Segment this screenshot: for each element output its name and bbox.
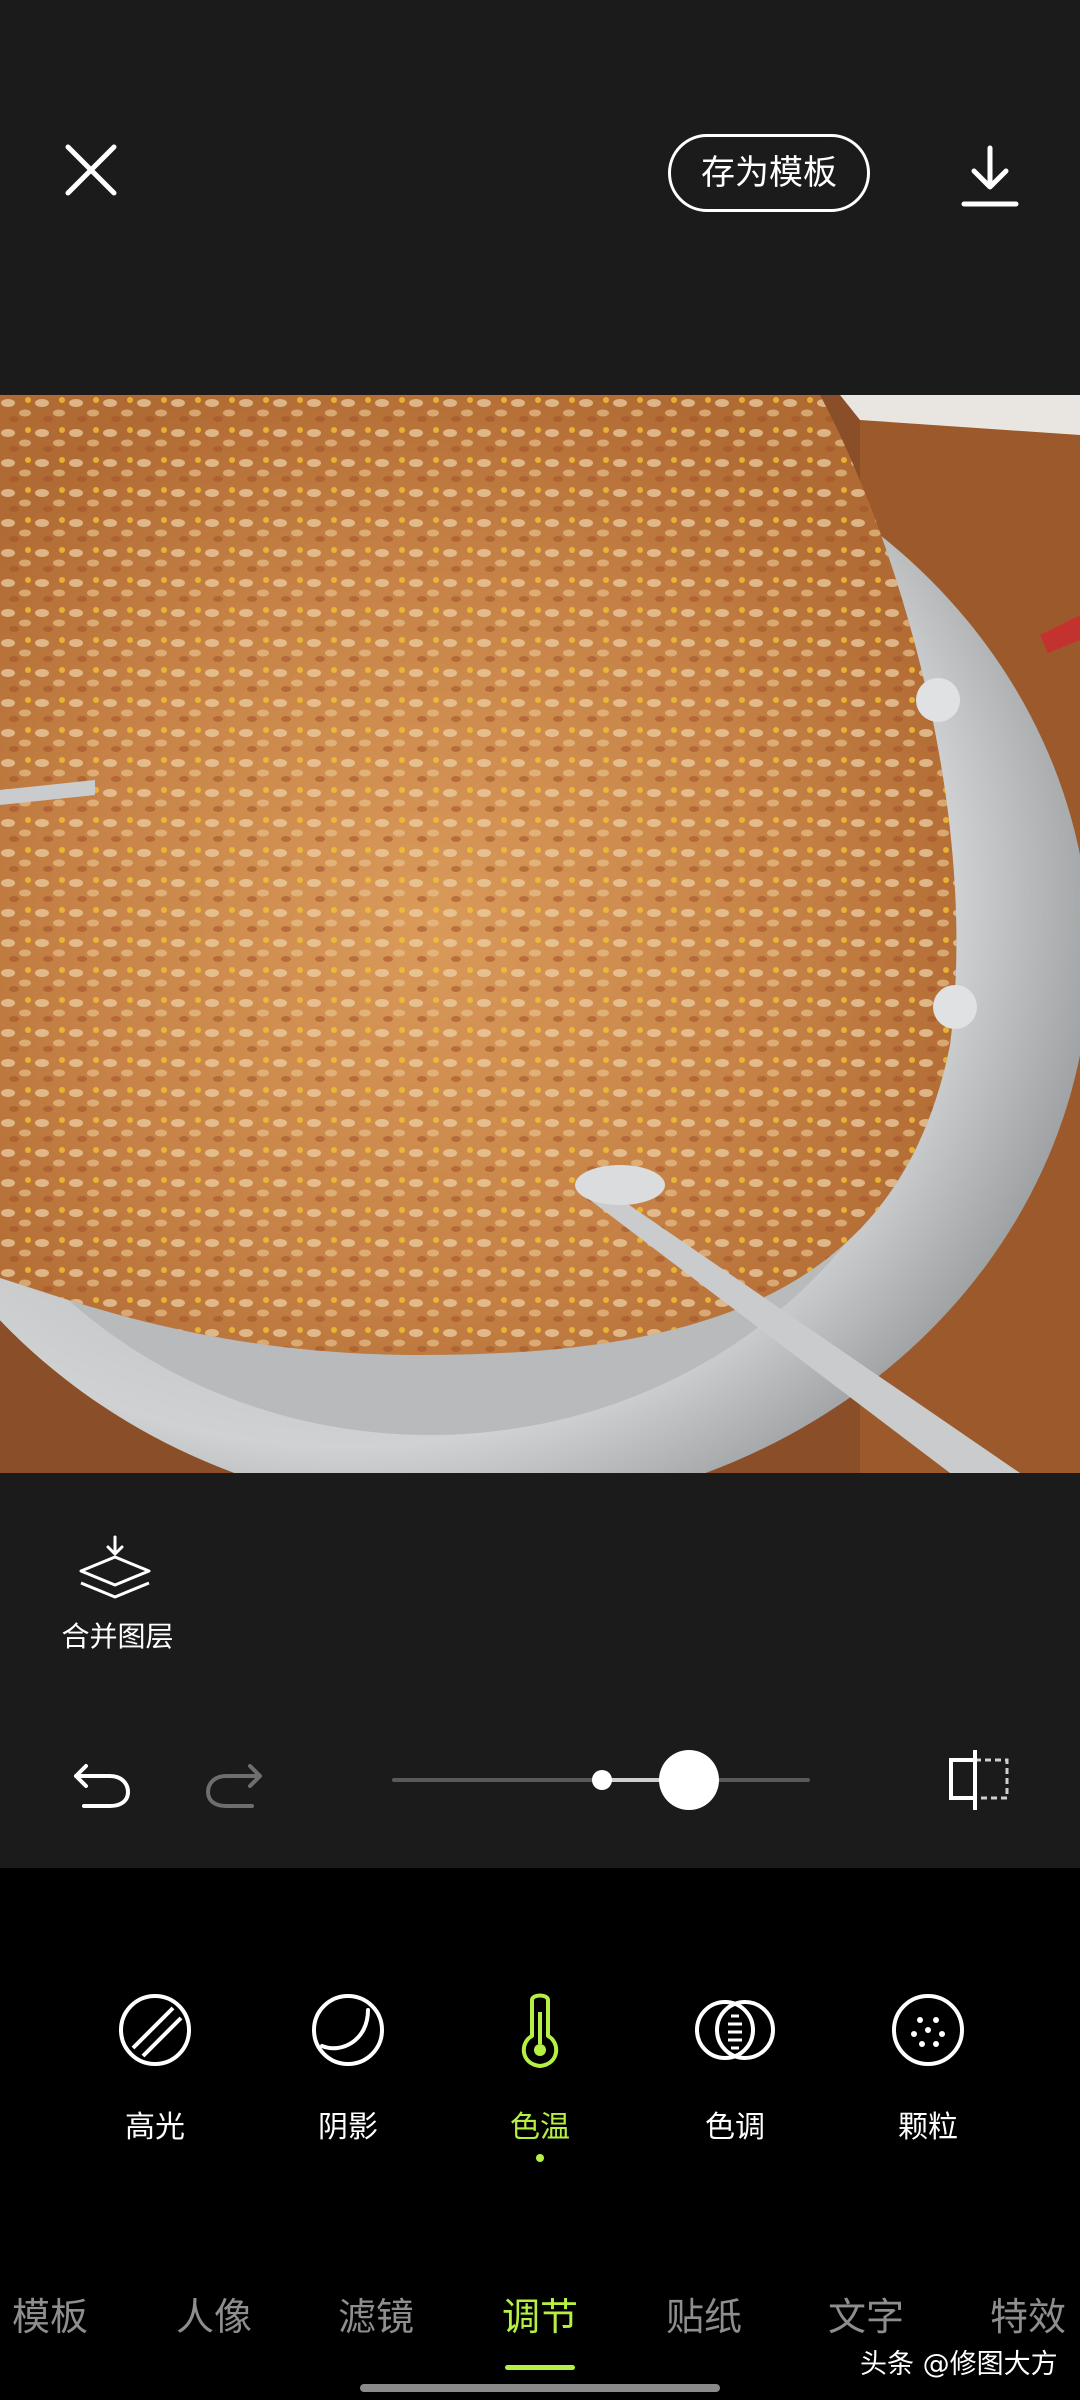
close-button[interactable] <box>56 135 126 205</box>
tool-label: 高光 <box>125 2110 185 2145</box>
watermark: 头条 @修图大方 <box>860 2349 1058 2380</box>
layers-merge-icon <box>79 1535 151 1599</box>
merge-layers-button[interactable]: 合并图层 <box>50 1535 185 1655</box>
tool-grain[interactable]: 颗粒 <box>858 1990 998 2170</box>
tab-adjust[interactable]: 调节 <box>502 2286 578 2341</box>
tab-text[interactable]: 文字 <box>828 2286 904 2341</box>
grain-icon <box>892 1994 964 2066</box>
top-bar <box>0 0 1080 395</box>
slider-thumb[interactable] <box>658 1750 719 1810</box>
merge-layers-label: 合并图层 <box>61 1620 174 1653</box>
tool-label: 颗粒 <box>898 2110 958 2145</box>
undo-button[interactable] <box>70 1748 134 1812</box>
active-tool-dot <box>536 2154 544 2162</box>
home-indicator[interactable] <box>360 2384 720 2392</box>
fried-rice-photo <box>0 395 1080 1473</box>
download-button[interactable] <box>955 142 1025 212</box>
photo-preview[interactable] <box>0 395 1080 1473</box>
shadow-icon <box>312 1994 384 2066</box>
slider-center-dot <box>592 1770 612 1790</box>
tool-temperature[interactable]: 色温 <box>470 1990 610 2170</box>
undo-icon <box>74 1764 130 1808</box>
tone-icon <box>695 2000 775 2060</box>
close-icon <box>65 144 117 196</box>
highlight-icon <box>119 1994 191 2066</box>
tool-label: 阴影 <box>318 2110 378 2145</box>
tool-label: 色调 <box>705 2110 765 2145</box>
save-template-button[interactable]: 存为模板 <box>668 134 870 212</box>
redo-icon <box>206 1764 262 1808</box>
compare-icon <box>949 1750 1009 1810</box>
compare-button[interactable] <box>945 1748 1015 1812</box>
tool-shadow[interactable]: 阴影 <box>278 1990 418 2170</box>
tab-filters[interactable]: 滤镜 <box>338 2286 414 2341</box>
tool-tone[interactable]: 色调 <box>665 1990 805 2170</box>
active-tab-indicator <box>505 2365 575 2370</box>
tab-templates[interactable]: 模板 <box>12 2286 88 2341</box>
tab-stickers[interactable]: 贴纸 <box>666 2286 742 2341</box>
tool-highlight[interactable]: 高光 <box>85 1990 225 2170</box>
tool-label: 色温 <box>510 2110 570 2145</box>
adjust-slider[interactable] <box>392 1750 810 1810</box>
tab-effects[interactable]: 特效 <box>990 2286 1066 2341</box>
thermometer-icon <box>521 1993 559 2068</box>
download-icon <box>961 145 1019 207</box>
redo-button[interactable] <box>202 1748 266 1812</box>
tab-portrait[interactable]: 人像 <box>176 2286 252 2341</box>
